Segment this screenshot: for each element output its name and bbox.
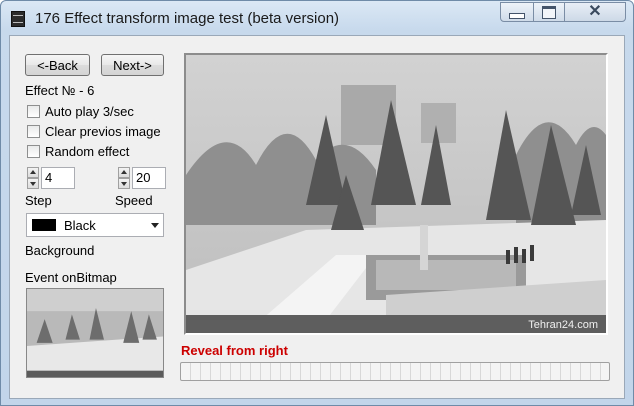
speed-label: Speed [115,193,153,208]
effect-status-label: Reveal from right [181,343,288,358]
minimize-icon [509,12,525,19]
image-watermark: Tehran24.com [528,319,598,331]
maximize-icon [542,5,556,19]
snowy-park-thumbnail-image [27,289,163,377]
step-label: Step [25,193,52,208]
bitmap-thumbnail [26,288,164,378]
maximize-button[interactable] [533,2,565,22]
step-up-arrow-icon[interactable] [27,167,39,178]
background-color-value: Black [64,218,96,233]
effect-preview: Tehran24.com [184,53,608,335]
step-spinner[interactable] [27,167,39,189]
window-title: 176 Effect transform image test (beta ve… [35,10,340,27]
speed-spinner[interactable] [118,167,130,189]
auto-play-checkbox[interactable] [27,105,40,118]
background-label: Background [25,243,95,258]
step-input[interactable]: 4 [41,167,75,189]
back-button[interactable]: <-Back [25,54,90,76]
progress-bar [180,362,610,381]
clear-previous-checkbox[interactable] [27,125,40,138]
film-icon[interactable] [11,11,25,27]
event-on-bitmap-label: Event onBitmap [25,270,117,285]
effect-number-label: Effect № - 6 [25,83,95,98]
close-icon: ✕ [588,3,602,20]
speed-down-arrow-icon[interactable] [118,178,130,189]
minimize-button[interactable] [500,2,534,22]
background-color-select[interactable]: Black [26,213,164,237]
speed-input[interactable]: 20 [132,167,166,189]
chevron-down-icon[interactable] [151,223,159,228]
close-button[interactable]: ✕ [564,2,626,22]
auto-play-label[interactable]: Auto play 3/sec [45,104,134,119]
step-down-arrow-icon[interactable] [27,178,39,189]
client-area: <-Back Next-> Effect № - 6 Auto play 3/s… [9,35,625,399]
app-window: 176 Effect transform image test (beta ve… [0,0,634,406]
random-effect-checkbox[interactable] [27,145,40,158]
title-bar[interactable]: 176 Effect transform image test (beta ve… [1,1,633,35]
color-swatch [32,219,56,231]
clear-previous-label[interactable]: Clear previos image [45,124,161,139]
snowy-park-image: Tehran24.com [186,55,606,333]
speed-up-arrow-icon[interactable] [118,167,130,178]
random-effect-label[interactable]: Random effect [45,144,129,159]
next-button[interactable]: Next-> [101,54,164,76]
